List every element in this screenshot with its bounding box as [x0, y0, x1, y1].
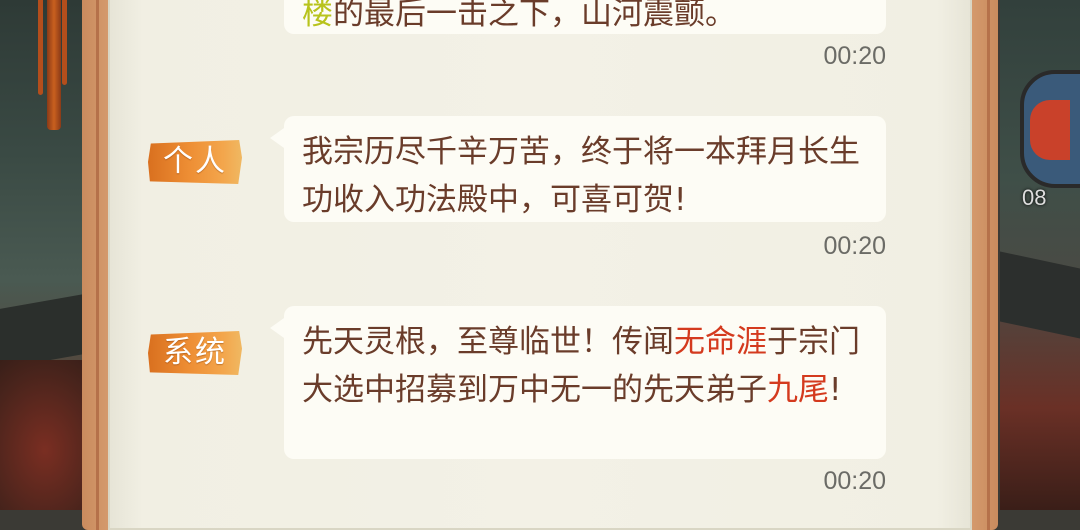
message-time: 00:20	[823, 42, 886, 70]
channel-tag-system: 系统	[148, 331, 242, 375]
tassel-decoration	[38, 0, 43, 95]
roof-decoration	[1000, 251, 1080, 339]
channel-tag-personal: 个人	[148, 140, 242, 184]
message-bubble: 先天灵根，至尊临世！传闻无命涯于宗门大选中招募到万中无一的先天弟子九尾!	[270, 306, 886, 459]
level-text: 08	[1022, 185, 1047, 210]
message-bubble: 楼的最后一击之下，山河震颤。	[284, 0, 886, 34]
message-text: !	[829, 372, 842, 408]
message-highlight-name: 楼	[302, 0, 333, 32]
message-bubble: 我宗历尽千辛万苦，终于将一本拜月长生功收入功法殿中，可喜可贺!	[270, 116, 886, 222]
character-portrait	[1030, 100, 1070, 160]
message-text: 的最后一击之下，山河震颤。	[333, 0, 736, 32]
message-highlight-name: 九尾	[767, 372, 829, 408]
lantern-decoration	[47, 0, 61, 130]
message-text: 我宗历尽千辛万苦，终于将一本拜月长生功收入功法殿中，可喜可贺!	[302, 134, 860, 218]
message-time: 00:20	[823, 467, 886, 495]
tassel-decoration	[62, 0, 67, 85]
message-time: 00:20	[823, 232, 886, 260]
message-text: 先天灵根，至尊临世！传闻	[302, 324, 674, 360]
message-highlight-name: 无命涯	[674, 324, 767, 360]
background-scenery-right	[1000, 0, 1080, 510]
